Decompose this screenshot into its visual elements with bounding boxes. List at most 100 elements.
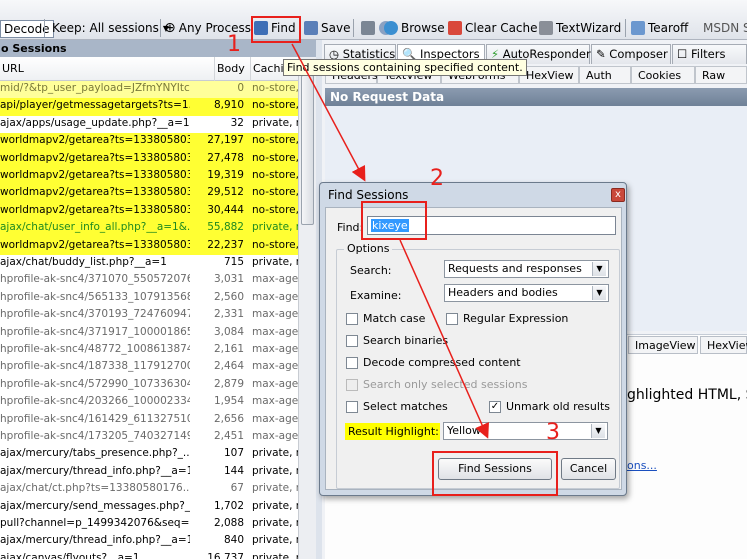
- find-sessions-highlight-box: [432, 451, 558, 496]
- result-highlight-label-bg: Result Highlight:: [345, 423, 440, 440]
- msdn-search-box[interactable]: MSDN Se: [703, 19, 747, 37]
- session-body-cell: 27,197: [207, 134, 244, 147]
- tab-composer[interactable]: ✎ Composer: [591, 44, 671, 64]
- chevron-down-icon: ▼: [592, 262, 606, 276]
- table-row[interactable]: hprofile-ak-snc4/371070_550572076... 3,03…: [0, 272, 298, 289]
- response-tab-hexview[interactable]: HexView: [700, 336, 747, 354]
- subtab-hexview[interactable]: HexView: [519, 66, 579, 84]
- select-matches-checkbox[interactable]: [346, 401, 358, 413]
- session-url-cell: hprofile-ak-snc4/187338_117912700...: [0, 360, 190, 373]
- session-url-cell: worldmapv2/getarea?ts=1338058033...: [0, 186, 190, 199]
- table-row[interactable]: ajax/canvas/flyouts?__a=1 16,737 private, …: [0, 551, 298, 559]
- table-row[interactable]: hprofile-ak-snc4/370193_724760947... 2,33…: [0, 307, 298, 324]
- table-row[interactable]: hprofile-ak-snc4/161429_611327510... 2,65…: [0, 412, 298, 429]
- session-url-cell: worldmapv2/getarea?ts=1338058033...: [0, 169, 190, 181]
- search-selected-checkbox[interactable]: [346, 379, 358, 391]
- search-label: Search:: [350, 264, 392, 277]
- table-row[interactable]: hprofile-ak-snc4/187338_117912700... 2,46…: [0, 359, 298, 376]
- session-body-cell: 22,237: [207, 238, 244, 251]
- table-row[interactable]: hprofile-ak-snc4/371917_100001865... 3,08…: [0, 325, 298, 342]
- search-binaries-checkbox[interactable]: [346, 335, 358, 347]
- table-row[interactable]: hprofile-ak-snc4/565133_107913568... 2,56…: [0, 290, 298, 307]
- session-body-cell: 30,444: [207, 203, 244, 216]
- session-body-cell: 2,464: [213, 360, 244, 373]
- table-row[interactable]: worldmapv2/getarea?ts=1338058033... 22,23…: [0, 237, 298, 255]
- close-icon[interactable]: x: [611, 188, 625, 202]
- session-caching-cell: no-store,: [252, 134, 298, 147]
- subtab-cookies[interactable]: Cookies: [631, 66, 695, 84]
- session-url-cell: worldmapv2/getarea?ts=1338058033...: [0, 203, 190, 216]
- toolbar-separator: [625, 19, 626, 37]
- tearoff-label: Tearoff: [648, 21, 689, 35]
- session-url-cell: worldmapv2/getarea?ts=1338058033...: [0, 134, 190, 147]
- table-row[interactable]: worldmapv2/getarea?ts=1338058033... 27,19…: [0, 133, 298, 151]
- browse-button[interactable]: Browse: [384, 19, 445, 37]
- table-row[interactable]: worldmapv2/getarea?ts=1338058033... 27,47…: [0, 150, 298, 168]
- table-row[interactable]: ajax/chat/buddy_list.php?__a=1 715 private…: [0, 255, 298, 272]
- session-body-cell: 67: [230, 482, 244, 495]
- table-row[interactable]: api/player/getmessagetargets?ts=1... 8,91…: [0, 98, 298, 116]
- session-url-cell: hprofile-ak-snc4/203266_100002334...: [0, 395, 190, 408]
- tab-composer-label: Composer: [609, 47, 668, 61]
- session-caching-cell: private, n: [252, 464, 298, 477]
- regex-checkbox[interactable]: [446, 313, 458, 325]
- save-button[interactable]: Save: [304, 19, 350, 37]
- search-select[interactable]: Requests and responses ▼: [444, 260, 609, 278]
- session-body-cell: 144: [223, 464, 244, 477]
- column-url[interactable]: URL: [0, 57, 215, 81]
- response-link[interactable]: ons...: [627, 459, 657, 472]
- table-row[interactable]: ajax/mercury/thread_info.php?__a=1 144 pri…: [0, 464, 298, 481]
- table-row[interactable]: hprofile-ak-snc4/48772_1008613874... 2,16…: [0, 342, 298, 359]
- response-tab-imageview[interactable]: ImageView: [628, 336, 698, 354]
- session-caching-cell: max-age: [252, 343, 298, 355]
- session-body-cell: 2,656: [213, 412, 244, 425]
- session-url-cell: api/player/getmessagetargets?ts=1...: [0, 99, 190, 112]
- subtab-raw[interactable]: Raw: [695, 66, 747, 84]
- result-highlight-select[interactable]: Yellow ▼: [443, 422, 608, 440]
- table-row[interactable]: pull?channel=p_1499342076&seq=6... 2,088 p…: [0, 516, 298, 533]
- table-row[interactable]: ajax/chat/user_info_all.php?__a=1&... 55,…: [0, 220, 298, 238]
- table-row[interactable]: hprofile-ak-snc4/572990_107336304... 2,87…: [0, 377, 298, 394]
- tearoff-button[interactable]: Tearoff: [631, 19, 688, 37]
- toolbar-separator: [44, 19, 45, 37]
- table-row[interactable]: worldmapv2/getarea?ts=1338058033... 19,31…: [0, 168, 298, 186]
- session-body-cell: 29,512: [207, 186, 244, 199]
- tab-filters[interactable]: ☐ Filters: [672, 44, 747, 64]
- table-row[interactable]: worldmapv2/getarea?ts=1338058033... 30,44…: [0, 202, 298, 221]
- table-row[interactable]: ajax/mercury/tabs_presence.php?_... 107 pr…: [0, 446, 298, 463]
- session-body-cell: 1,954: [213, 395, 244, 408]
- session-caching-cell: max-age: [252, 377, 298, 390]
- msdn-search-label: MSDN Se: [703, 21, 747, 35]
- session-caching-cell: max-age: [252, 290, 298, 303]
- match-case-checkbox[interactable]: [346, 313, 358, 325]
- decode-button[interactable]: Decode: [0, 20, 54, 38]
- session-url-cell: hprofile-ak-snc4/572990_107336304...: [0, 377, 190, 390]
- session-body-cell: 2,161: [213, 343, 244, 355]
- session-list: mid/?&tp_user_payload=JZfmYNYItc... 0 no-s…: [0, 81, 298, 559]
- toolbar-separator: [160, 19, 161, 37]
- table-row[interactable]: ajax/mercury/thread_info.php?__a=1 840 pri…: [0, 533, 298, 550]
- table-row[interactable]: worldmapv2/getarea?ts=1338058033... 29,51…: [0, 185, 298, 203]
- session-body-cell: 8,910: [213, 99, 244, 112]
- clear-cache-button[interactable]: Clear Cache: [448, 19, 538, 37]
- table-row[interactable]: mid/?&tp_user_payload=JZfmYNYItc... 0 no-s…: [0, 81, 298, 99]
- screenshot-button[interactable]: [361, 19, 378, 37]
- column-body[interactable]: Body: [215, 57, 251, 81]
- unmark-old-checkbox[interactable]: ✓: [489, 401, 501, 413]
- keep-sessions-dropdown[interactable]: Keep: All sessions ▼: [52, 19, 169, 37]
- options-label: Options: [344, 242, 393, 255]
- session-caching-cell: max-age: [252, 412, 298, 425]
- cancel-button[interactable]: Cancel: [561, 458, 616, 480]
- table-row[interactable]: ajax/apps/usage_update.php?__a=1 32 privat…: [0, 116, 298, 133]
- decode-compressed-checkbox[interactable]: [346, 357, 358, 369]
- table-row[interactable]: hprofile-ak-snc4/203266_100002334... 1,95…: [0, 394, 298, 411]
- subtab-auth[interactable]: Auth: [579, 66, 631, 84]
- table-row[interactable]: hprofile-ak-snc4/173205_740327149... 2,45…: [0, 429, 298, 446]
- examine-select[interactable]: Headers and bodies ▼: [444, 284, 609, 302]
- textwizard-button[interactable]: TextWizard: [539, 19, 621, 37]
- session-url-cell: ajax/mercury/tabs_presence.php?_...: [0, 447, 190, 460]
- scrollbar-thumb[interactable]: [301, 75, 314, 225]
- table-row[interactable]: ajax/chat/ct.php?ts=13380580176... 67 priv…: [0, 481, 298, 498]
- session-url-cell: hprofile-ak-snc4/48772_1008613874...: [0, 343, 190, 355]
- table-row[interactable]: ajax/mercury/send_messages.php?_... 1,702…: [0, 499, 298, 516]
